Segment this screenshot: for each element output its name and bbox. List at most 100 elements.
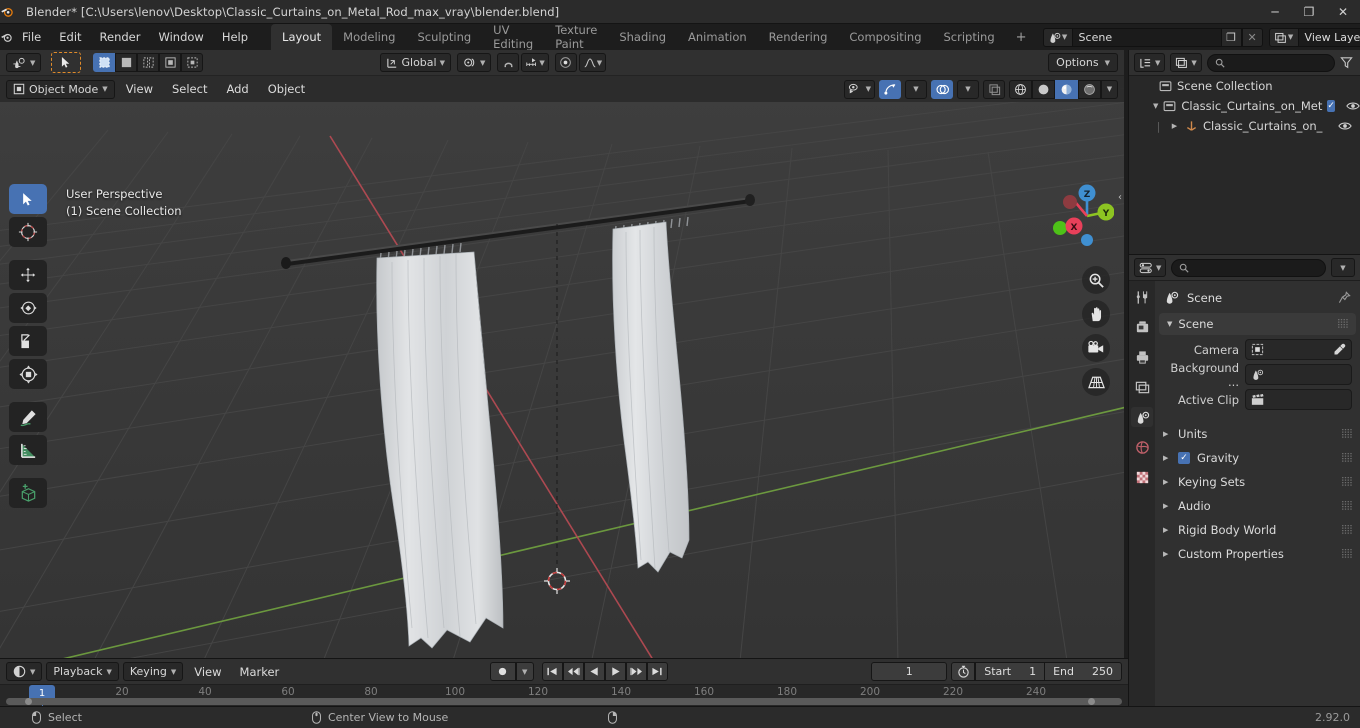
start-frame-field[interactable]: Start 1 (975, 662, 1046, 681)
panel-drag-grip[interactable]: ⣿⣿ (1337, 319, 1349, 329)
scrollbar-handle-right[interactable] (1088, 698, 1095, 705)
outliner-row-classic-curtains-collection[interactable]: ▼ Classic_Curtains_on_Met ✓ (1129, 96, 1360, 116)
section-keying-sets[interactable]: ▶ Keying Sets ⣿⣿ (1155, 470, 1360, 494)
menu-file[interactable]: File (13, 27, 50, 47)
panel-drag-grip[interactable]: ⣿⣿ (1341, 549, 1353, 559)
next-keyframe-icon[interactable] (625, 662, 647, 681)
interaction-mode-dropdown[interactable]: Object Mode ▼ (6, 79, 115, 99)
outliner-search-input[interactable] (1206, 53, 1335, 72)
tab-tool-properties[interactable] (1131, 287, 1153, 307)
cursor-3d-icon[interactable] (9, 217, 47, 247)
auto-keying-dropdown[interactable]: ▼ (515, 662, 534, 681)
transform-orientation-dropdown[interactable]: Global ▼ (379, 53, 451, 72)
panel-drag-grip[interactable]: ⣿⣿ (1341, 477, 1353, 487)
workspace-tab-modeling[interactable]: Modeling (332, 24, 406, 50)
snap-target-dropdown[interactable]: ▼ (521, 53, 549, 72)
disclosure-expanded-icon[interactable]: ▼ (1153, 102, 1158, 110)
tab-view-layer-properties[interactable] (1131, 377, 1153, 397)
workspace-tab-layout[interactable]: Layout (271, 24, 333, 50)
play-icon[interactable] (604, 662, 626, 681)
properties-options-dropdown[interactable]: ▼ (1331, 258, 1355, 277)
collection-exclude-checkbox[interactable]: ✓ (1327, 100, 1335, 112)
disclosure-collapsed-icon[interactable]: ▶ (1163, 502, 1171, 510)
move-tool-icon[interactable] (9, 260, 47, 290)
section-audio[interactable]: ▶ Audio ⣿⣿ (1155, 494, 1360, 518)
viewport-menu-view[interactable]: View (118, 80, 161, 98)
visibility-eye-icon[interactable]: ▼ (843, 79, 875, 99)
disclosure-collapsed-icon[interactable]: ▶ (1163, 478, 1171, 486)
view-layer-icon[interactable]: ▼ (1268, 27, 1299, 47)
solid-shading-icon[interactable] (1032, 79, 1055, 99)
add-cube-tool-icon[interactable] (9, 478, 47, 508)
workspace-tab-animation[interactable]: Animation (677, 24, 758, 50)
view-layer-name[interactable]: View Layer (1298, 27, 1360, 47)
outliner-display-mode-icon[interactable]: ▼ (1134, 53, 1166, 72)
playback-menu[interactable]: Playback ▼ (46, 662, 119, 681)
pivot-point-dropdown[interactable]: ▼ (456, 53, 492, 72)
tweak-tool-icon[interactable] (51, 52, 82, 73)
scene-name[interactable]: Scene (1072, 27, 1221, 47)
shading-dropdown[interactable]: ▼ (1101, 79, 1118, 99)
move-view-icon[interactable] (1082, 300, 1110, 328)
add-workspace-button[interactable]: + (1006, 30, 1037, 45)
snap-magnet-icon[interactable] (497, 53, 520, 72)
disclosure-expanded-icon[interactable]: ▼ (1167, 320, 1172, 328)
zoom-view-icon[interactable] (1082, 266, 1110, 294)
menu-window[interactable]: Window (149, 27, 212, 47)
gizmo-icon[interactable] (879, 79, 901, 99)
timeline-editor-type-dropdown[interactable]: ▼ (6, 662, 43, 681)
navigation-gizmo[interactable]: Z Y X (1046, 182, 1114, 250)
panel-drag-grip[interactable]: ⣿⣿ (1341, 525, 1353, 535)
scene-selector[interactable]: ▼ Scene ❐ ✕ (1042, 27, 1263, 47)
xray-toggle-icon[interactable] (983, 79, 1005, 99)
workspace-tab-rendering[interactable]: Rendering (758, 24, 839, 50)
filter-funnel-icon[interactable] (1340, 56, 1355, 69)
timeline-editor[interactable]: ▼ Playback ▼ Keying ▼ View Marker ▼ 1 St… (0, 658, 1128, 706)
viewport-menu-object[interactable]: Object (260, 80, 313, 98)
workspace-tab-compositing[interactable]: Compositing (838, 24, 932, 50)
panel-drag-grip[interactable]: ⣿⣿ (1341, 429, 1353, 439)
play-reverse-icon[interactable] (583, 662, 605, 681)
panel-drag-grip[interactable]: ⣿⣿ (1341, 501, 1353, 511)
timeline-menu-marker[interactable]: Marker (233, 663, 287, 681)
scene-icon[interactable]: ▼ (1042, 27, 1073, 47)
view-layer-selector[interactable]: ▼ View Layer ❐ ✕ (1268, 27, 1360, 47)
rotate-tool-icon[interactable] (9, 293, 47, 323)
properties-search-input[interactable] (1171, 258, 1326, 277)
panel-drag-grip[interactable]: ⣿⣿ (1341, 453, 1353, 463)
smooth-falloff-icon[interactable]: ▼ (578, 53, 607, 72)
camera-field[interactable] (1245, 339, 1352, 360)
transform-tool-icon[interactable] (9, 359, 47, 389)
active-clip-field[interactable] (1245, 389, 1352, 410)
menu-render[interactable]: Render (91, 27, 150, 47)
outliner-editor[interactable]: ▼ ▼ Scene Collection ▼ Classic_Curtains_… (1128, 50, 1360, 254)
subtract-select-icon[interactable] (137, 53, 160, 72)
disclosure-collapsed-icon[interactable]: ▶ (1169, 122, 1180, 130)
tab-world-properties[interactable] (1131, 437, 1153, 457)
annotate-tool-icon[interactable] (9, 402, 47, 432)
outliner-row-classic-curtains-object[interactable]: | ▶ Classic_Curtains_on_ (1129, 116, 1360, 136)
prev-keyframe-icon[interactable] (562, 662, 584, 681)
3d-viewport[interactable]: Object Mode ▼ View Select Add Object ▼ ▼… (0, 76, 1124, 658)
scene-panel-header[interactable]: ▼ Scene ⣿⣿ (1159, 313, 1356, 335)
section-units[interactable]: ▶ Units ⣿⣿ (1155, 422, 1360, 446)
active-tool-button[interactable]: ▼ (6, 53, 42, 72)
auto-keying-record-icon[interactable] (489, 662, 516, 681)
material-preview-shading-icon[interactable] (1055, 79, 1078, 99)
scrollbar-handle-left[interactable] (25, 698, 32, 705)
viewport-menu-add[interactable]: Add (218, 80, 256, 98)
menu-help[interactable]: Help (213, 27, 257, 47)
measure-tool-icon[interactable] (9, 435, 47, 465)
proportional-edit-group[interactable]: ▼ (554, 53, 607, 72)
workspace-tab-uv-editing[interactable]: UV Editing (482, 23, 544, 51)
gizmo-dropdown[interactable]: ▼ (905, 79, 927, 99)
workspace-tab-scripting[interactable]: Scripting (933, 24, 1006, 50)
invert-select-icon[interactable] (159, 53, 182, 72)
unlink-scene-button[interactable]: ✕ (1241, 27, 1263, 47)
tab-render-properties[interactable] (1131, 317, 1153, 337)
disclosure-collapsed-icon[interactable]: ▶ (1163, 526, 1171, 534)
disclosure-collapsed-icon[interactable]: ▶ (1163, 430, 1171, 438)
background-scene-field[interactable] (1245, 364, 1352, 385)
keying-menu[interactable]: Keying ▼ (122, 662, 184, 681)
timeline-menu-view[interactable]: View (187, 663, 228, 681)
